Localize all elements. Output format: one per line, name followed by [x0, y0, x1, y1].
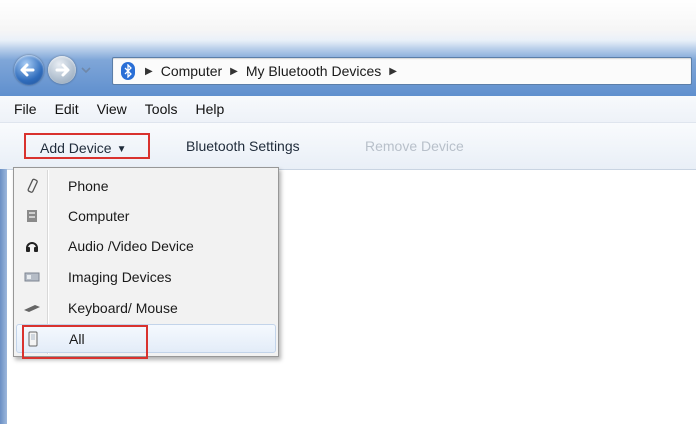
menu-help[interactable]: Help [186, 101, 233, 117]
menu-item-keyboard-mouse[interactable]: Keyboard/ Mouse [16, 293, 276, 322]
breadcrumb-my-bluetooth-devices[interactable]: My Bluetooth Devices [246, 63, 381, 79]
chevron-down-icon: ▼ [116, 144, 127, 155]
menu-item-label: Phone [68, 177, 109, 194]
back-arrow-icon [20, 63, 35, 77]
menu-bar: File Edit View Tools Help [0, 96, 696, 123]
menu-item-label: Imaging Devices [68, 268, 172, 285]
menu-tools[interactable]: Tools [136, 101, 187, 117]
forward-button[interactable] [48, 56, 76, 84]
bluetooth-settings-button[interactable]: Bluetooth Settings [186, 133, 300, 159]
chevron-down-icon [81, 67, 91, 74]
breadcrumb-separator-icon[interactable]: ▶ [389, 66, 397, 77]
address-bar[interactable]: ▶ Computer ▶ My Bluetooth Devices ▶ [112, 57, 692, 85]
computer-icon [16, 201, 48, 230]
menu-file[interactable]: File [0, 101, 46, 117]
forward-arrow-icon [55, 63, 70, 77]
menu-view[interactable]: View [88, 101, 136, 117]
scanner-icon [16, 262, 48, 291]
add-device-button[interactable]: Add Device ▼ [24, 133, 150, 159]
window-left-border [0, 169, 7, 424]
keyboard-icon [16, 293, 48, 322]
menu-item-imaging-devices[interactable]: Imaging Devices [16, 262, 276, 291]
menu-edit[interactable]: Edit [46, 101, 88, 117]
menu-item-phone[interactable]: Phone [16, 171, 276, 200]
remove-device-button: Remove Device [365, 138, 464, 154]
recent-pages-dropdown[interactable] [80, 63, 92, 77]
command-toolbar: Add Device ▼ Bluetooth Settings Remove De… [0, 123, 696, 170]
breadcrumb-separator-icon[interactable]: ▶ [145, 66, 153, 77]
bluetooth-icon [121, 62, 135, 80]
breadcrumb-separator-icon[interactable]: ▶ [230, 66, 238, 77]
menu-item-computer[interactable]: Computer [16, 201, 276, 230]
all-item-highlight-box [22, 325, 148, 359]
back-button[interactable] [14, 55, 44, 85]
titlebar-glow [0, 0, 696, 48]
headphones-icon [16, 231, 48, 260]
menu-item-label: Audio /Video Device [68, 237, 194, 254]
menu-item-label: Computer [68, 207, 130, 224]
breadcrumb-computer[interactable]: Computer [161, 63, 222, 79]
menu-item-label: Keyboard/ Mouse [68, 299, 178, 316]
menu-item-audio-video[interactable]: Audio /Video Device [16, 231, 276, 260]
add-device-label: Add Device [40, 140, 112, 156]
phone-icon [16, 171, 48, 200]
